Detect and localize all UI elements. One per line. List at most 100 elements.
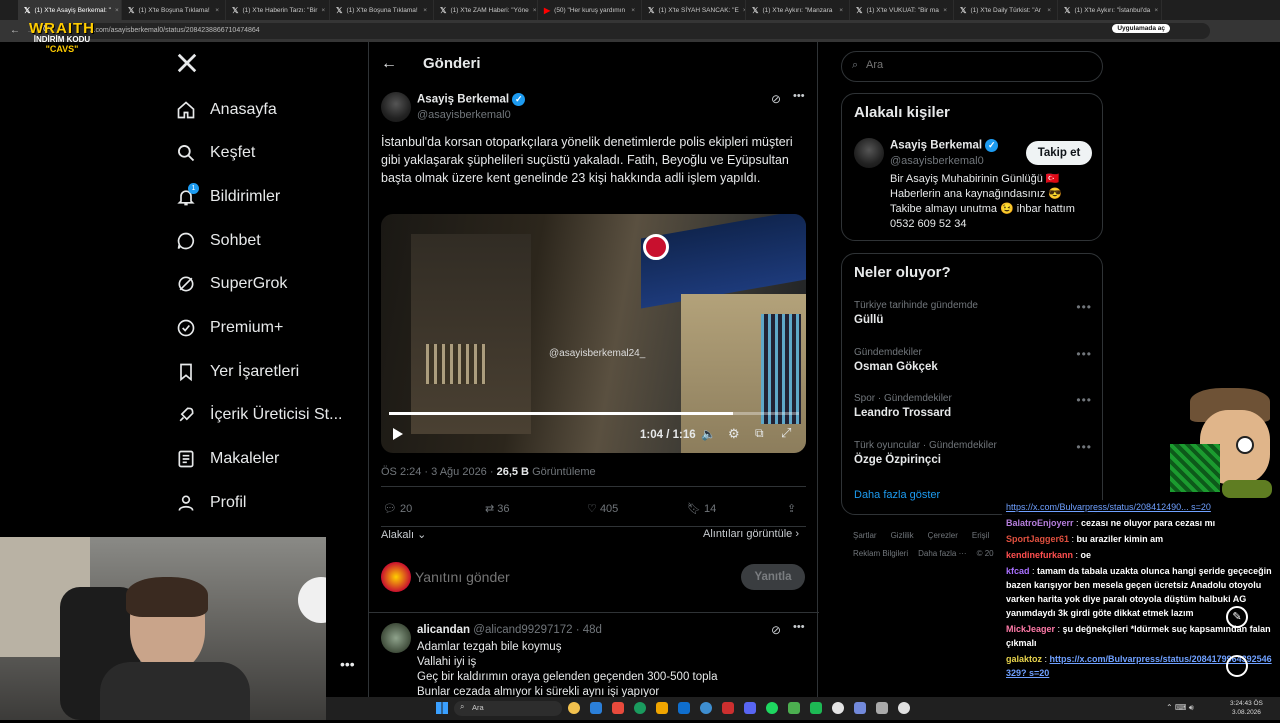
video-progress-track[interactable] [389, 412, 799, 415]
relevance-dropdown[interactable]: Alakalı ⌄ [381, 528, 426, 541]
trend-item[interactable]: Spor · Gündemdekiler Leandro Trossard ••• [854, 393, 1092, 419]
more-options-icon[interactable]: ••• [340, 656, 355, 672]
search-input[interactable] [866, 59, 1086, 71]
browser-tab[interactable]: 𝕏 (1) X'te Boşuna Tıklama! × [330, 0, 434, 20]
trend-more-icon[interactable]: ••• [1076, 300, 1092, 314]
chat-username[interactable]: kendinefurkann [1006, 550, 1073, 560]
chat-username[interactable]: SportJagger61 [1006, 534, 1069, 544]
reply-author-avatar[interactable] [381, 623, 411, 653]
x-logo-icon[interactable] [176, 52, 198, 74]
nav-item-chat[interactable]: Sohbet [176, 231, 261, 251]
taskbar-app-icon[interactable] [700, 702, 712, 714]
taskbar-app-icon[interactable] [568, 702, 580, 714]
tab-close-icon[interactable]: × [215, 7, 219, 14]
tab-close-icon[interactable]: × [943, 7, 947, 14]
nav-item-verified[interactable]: Premium+ [176, 318, 283, 338]
pip-icon[interactable]: ⧉ [755, 426, 764, 441]
chat-edit-icon[interactable]: ✎ [1226, 606, 1248, 628]
taskbar-app-icon[interactable] [678, 702, 690, 714]
taskbar-search[interactable]: ⌕ Ara [454, 701, 562, 716]
taskbar-app-icon[interactable] [832, 702, 844, 714]
taskbar-app-icon[interactable] [854, 702, 866, 714]
tab-close-icon[interactable]: × [115, 7, 119, 14]
nav-item-bookmark[interactable]: Yer İşaretleri [176, 362, 299, 382]
footer-link[interactable]: Şartlar [853, 531, 877, 540]
tab-close-icon[interactable]: × [423, 7, 427, 14]
author-avatar[interactable] [381, 92, 411, 122]
repost-action[interactable]: ⇄ 36 [485, 502, 510, 515]
footer-link[interactable]: Reklam Bilgileri [853, 549, 908, 558]
browser-tab[interactable]: 𝕏 (1) X'te Asayiş Berkemal: " × [18, 0, 122, 20]
browser-tab[interactable]: 𝕏 (1) X'te Boşuna Tıklama! × [122, 0, 226, 20]
windows-start-icon[interactable] [436, 702, 448, 714]
related-name[interactable]: Asayiş Berkemal [890, 140, 982, 152]
taskbar-app-icon[interactable] [898, 702, 910, 714]
trend-item[interactable]: Türk oyuncular · Gündemdekiler Özge Özpir… [854, 440, 1092, 466]
taskbar-app-icon[interactable] [810, 702, 822, 714]
show-more-link[interactable]: Daha fazla göster [854, 489, 940, 501]
tab-close-icon[interactable]: × [1047, 7, 1051, 14]
like-action[interactable]: ♡ 405 [587, 502, 618, 515]
taskbar-app-icon[interactable] [634, 702, 646, 714]
tab-close-icon[interactable]: × [321, 7, 325, 14]
taskbar-app-icon[interactable] [656, 702, 668, 714]
taskbar-app-icon[interactable] [590, 702, 602, 714]
trend-item[interactable]: Gündemdekiler Osman Gökçek ••• [854, 347, 1092, 373]
browser-tab[interactable]: ▶ (50) "Her kuruş yardımın × [538, 0, 642, 20]
related-handle[interactable]: @asayisberkemal0 [890, 155, 984, 167]
taskbar-app-icon[interactable] [744, 702, 756, 714]
nav-item-bell[interactable]: 1 Bildirimler [176, 183, 280, 207]
reply-input[interactable] [415, 566, 675, 588]
chat-username[interactable]: MickJeager [1006, 624, 1055, 634]
quotes-link[interactable]: Alıntıları görüntüle › [703, 528, 799, 540]
bookmark-action[interactable]: 🔖︎ 14 [687, 502, 716, 515]
browser-tab[interactable]: 𝕏 (1) X'te ZAM Haberi: "Yöne × [434, 0, 538, 20]
footer-link[interactable]: Çerezler [928, 531, 958, 540]
reply-action[interactable]: 💬︎ 20 [383, 502, 412, 515]
taskbar-app-icon[interactable] [788, 702, 800, 714]
author-handle[interactable]: @asayisberkemal0 [417, 109, 511, 121]
footer-link[interactable]: Gizlilik [891, 531, 914, 540]
browser-tab[interactable]: 𝕏 (1) X'te Haberin Tarzı: "Bir × [226, 0, 330, 20]
footer-link[interactable]: Daha fazla ··· [918, 549, 966, 558]
footer-link[interactable]: © 20 [977, 549, 994, 558]
taskbar-app-icon[interactable] [612, 702, 624, 714]
nav-item-search[interactable]: Keşfet [176, 143, 255, 163]
nav-item-grok[interactable]: SuperGrok [176, 274, 287, 294]
share-icon[interactable]: ⇪ [787, 502, 796, 515]
fullscreen-icon[interactable]: ⤢ [781, 425, 791, 441]
tab-close-icon[interactable]: × [1154, 7, 1158, 14]
post-timestamp[interactable]: ÖS 2:24 · 3 Ağu 2026 · [381, 466, 494, 478]
browser-tab[interactable]: 𝕏 (1) X'te Aykırı: "Manzara × [746, 0, 850, 20]
play-icon[interactable] [393, 428, 403, 440]
reply-button[interactable]: Yanıtla [741, 564, 805, 590]
nav-item-person[interactable]: Profil [176, 493, 246, 513]
nav-item-home[interactable]: Anasayfa [176, 100, 277, 120]
back-arrow-icon[interactable]: ← [381, 55, 397, 73]
chat-bubble-icon[interactable] [1226, 655, 1248, 677]
follow-button[interactable]: Takip et [1026, 141, 1092, 165]
post-more-icon[interactable]: ••• [793, 90, 805, 102]
tab-close-icon[interactable]: × [839, 7, 843, 14]
browser-tab[interactable]: 𝕏 (1) X'te Aykırı: "İstanbul'da × [1058, 0, 1162, 20]
reply-author-handle[interactable]: @alicand99297172 · 48d [473, 624, 602, 636]
taskbar-app-icon[interactable] [722, 702, 734, 714]
related-avatar[interactable] [854, 138, 884, 168]
back-icon[interactable]: ← [10, 25, 20, 36]
settings-icon[interactable]: ⚙ [728, 426, 740, 442]
browser-tab[interactable]: 𝕏 (1) X'te Daily Türkist: "Ar × [954, 0, 1058, 20]
grok-icon[interactable]: ⊘ [771, 92, 781, 106]
taskbar-app-icon[interactable] [766, 702, 778, 714]
reply-more-icon[interactable]: ••• [793, 621, 805, 633]
post-video[interactable]: @asayisberkemal24_ 1:04 / 1:16 🔈 ⚙ ⧉ ⤢ [381, 214, 806, 453]
volume-icon[interactable]: 🔈 [701, 427, 716, 441]
tab-close-icon[interactable]: × [631, 7, 635, 14]
author-name[interactable]: Asayiş Berkemal [417, 94, 509, 106]
browser-tab[interactable]: 𝕏(1) X'te SİYAH SANCAK: "E× [642, 0, 746, 20]
tab-close-icon[interactable]: × [533, 7, 537, 14]
chat-username[interactable]: kfcad [1006, 566, 1030, 576]
chat-username[interactable]: galaktoz [1006, 654, 1042, 664]
browser-tab[interactable]: 𝕏 (1) X'te VUKUAT: "Bir ma × [850, 0, 954, 20]
search-box[interactable]: ⌕ [841, 51, 1103, 82]
chat-username[interactable]: BalatroEnjoyerr [1006, 518, 1074, 528]
